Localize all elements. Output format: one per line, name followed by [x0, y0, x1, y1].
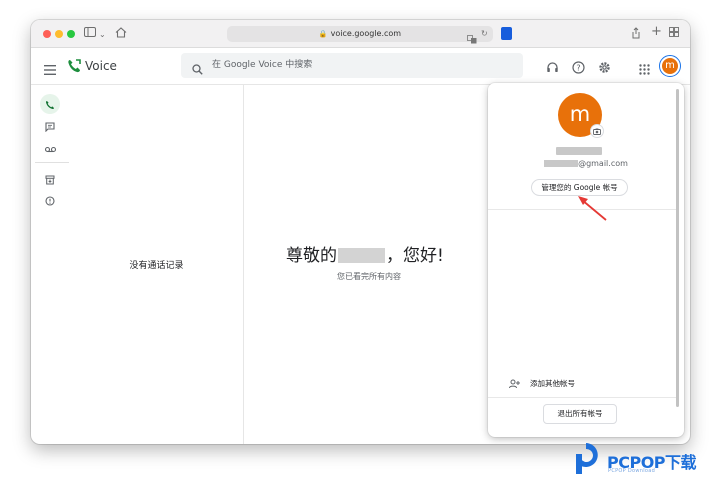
watermark: PCPOP下载 PCPOP Download — [572, 440, 720, 480]
annotation-arrow — [578, 196, 607, 221]
watermark-subtitle: PCPOP Download — [608, 468, 656, 474]
watermark-logo-icon — [576, 443, 598, 474]
